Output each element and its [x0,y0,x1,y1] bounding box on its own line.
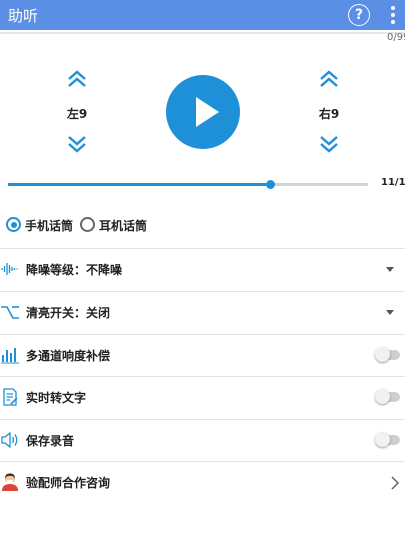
counter-text: 0/99 [387,32,405,43]
speaker-icon [1,431,18,449]
multichannel-row: 多通道响度补偿 [0,335,405,377]
speech-to-text-toggle[interactable] [375,389,400,404]
help-glyph: ? [354,7,364,23]
dropdown-caret-icon [386,310,394,315]
play-button[interactable] [166,75,240,149]
speech-to-text-label: 实时转文字 [26,391,87,405]
save-recording-toggle[interactable] [375,432,400,447]
noise-reduction-label: 降噪等级：不降噪 [26,263,123,277]
top-divider [0,32,405,34]
app-title: 助听 [8,7,39,25]
noise-reduction-row[interactable]: 降噪等级：不降噪 [0,249,405,291]
help-icon[interactable]: ? [348,4,370,26]
phone-mic-label: 手机话筒 [25,219,74,233]
play-icon [196,97,219,127]
app-bar: 助听 ? [0,0,405,30]
equalizer-bars-icon [1,348,19,364]
clarity-row[interactable]: 清亮开关：关闭 [0,292,405,334]
switch-path-icon [1,306,19,319]
left-volume-down-icon[interactable] [66,135,88,153]
save-recording-row: 保存录音 [0,420,405,462]
headset-mic-label: 耳机话筒 [99,219,148,233]
save-recording-label: 保存录音 [26,434,75,448]
speech-to-text-row: 实时转文字 [0,377,405,419]
progress-thumb[interactable] [266,180,276,189]
right-volume-down-icon[interactable] [318,135,340,153]
waveform-icon [1,263,18,275]
headset-mic-radio[interactable] [80,217,95,232]
progress-fill [8,183,271,186]
right-volume-up-icon[interactable] [318,70,340,88]
audiologist-avatar-icon [2,473,18,491]
consultation-row[interactable]: 验配师合作咨询 [0,462,405,504]
multichannel-toggle[interactable] [375,347,400,362]
left-volume-up-icon[interactable] [66,70,88,88]
more-options-icon[interactable] [386,5,400,25]
clarity-label: 清亮开关：关闭 [26,306,111,320]
progress-time: 11/15 [381,177,405,188]
chevron-right-icon [391,476,400,490]
right-volume-label: 右9 [318,107,340,121]
document-edit-icon [3,388,18,406]
consultation-label: 验配师合作咨询 [26,476,111,490]
progress-slider[interactable] [8,180,368,189]
left-volume-label: 左9 [66,107,88,121]
multichannel-label: 多通道响度补偿 [26,349,111,363]
dropdown-caret-icon [386,267,394,272]
phone-mic-radio[interactable] [6,217,21,232]
